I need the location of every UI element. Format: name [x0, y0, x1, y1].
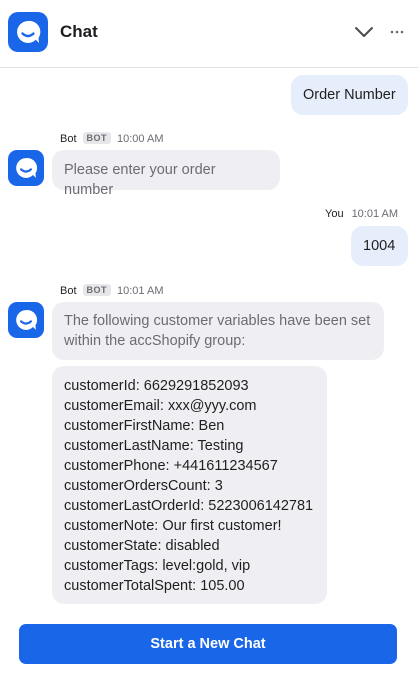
message-time: 10:01 AM	[117, 285, 164, 297]
variable-line: customerFirstName: Ben	[64, 418, 225, 434]
variable-line: customerLastName: Testing	[64, 438, 244, 454]
variable-line: customerState: disabled	[64, 538, 220, 554]
message-time: 10:01 AM	[351, 208, 399, 220]
variables-bubble: customerId: 6629291852093 customerEmail:…	[52, 366, 327, 604]
bot-message-text: Please enter your order number	[64, 162, 216, 198]
variable-line: customerNote: Our first customer!	[64, 518, 282, 534]
bot-message-text: within the accShopify group:	[64, 333, 246, 349]
chat-bubble-icon	[8, 12, 48, 52]
more-horizontal-icon[interactable]	[386, 20, 408, 44]
message-time: 10:00 AM	[117, 133, 164, 145]
message-meta: Bot BOT 10:00 AM	[60, 132, 164, 145]
start-new-chat-button[interactable]: Start a New Chat	[19, 624, 397, 664]
user-message-text: 1004	[363, 238, 396, 254]
sender-name: Bot	[60, 133, 77, 145]
variable-line: customerTotalSpent: 105.00	[64, 578, 245, 594]
bot-avatar	[8, 302, 44, 338]
chevron-down-icon[interactable]	[352, 20, 376, 44]
variable-line: customerTags: level:gold, vip	[64, 558, 251, 574]
user-message-text: Order Number	[303, 87, 396, 103]
variable-line: customerPhone: +441611234567	[64, 458, 278, 474]
message-meta: You 10:01 AM	[325, 208, 398, 220]
bot-badge: BOT	[82, 132, 112, 144]
sender-name: You	[325, 208, 344, 220]
user-message-bubble: 1004	[351, 226, 408, 266]
message-meta: Bot BOT 10:01 AM	[60, 284, 164, 297]
variable-line: customerEmail: xxx@yyy.com	[64, 398, 257, 414]
bot-message-bubble: The following customer variables have be…	[52, 302, 384, 360]
sender-name: Bot	[60, 285, 77, 297]
bot-badge: BOT	[82, 284, 112, 296]
variable-line: customerId: 6629291852093	[64, 378, 249, 394]
bot-avatar	[8, 150, 44, 186]
variable-line: customerOrdersCount: 3	[64, 478, 223, 494]
bot-message-text: The following customer variables have be…	[64, 313, 371, 329]
chat-header: Chat	[0, 0, 418, 68]
variable-line: customerLastOrderId: 5223006142781	[64, 498, 314, 514]
bot-message-bubble: Please enter your order number	[52, 150, 280, 198]
user-message-bubble: Order Number	[291, 75, 408, 115]
chat-title: Chat	[60, 22, 98, 41]
